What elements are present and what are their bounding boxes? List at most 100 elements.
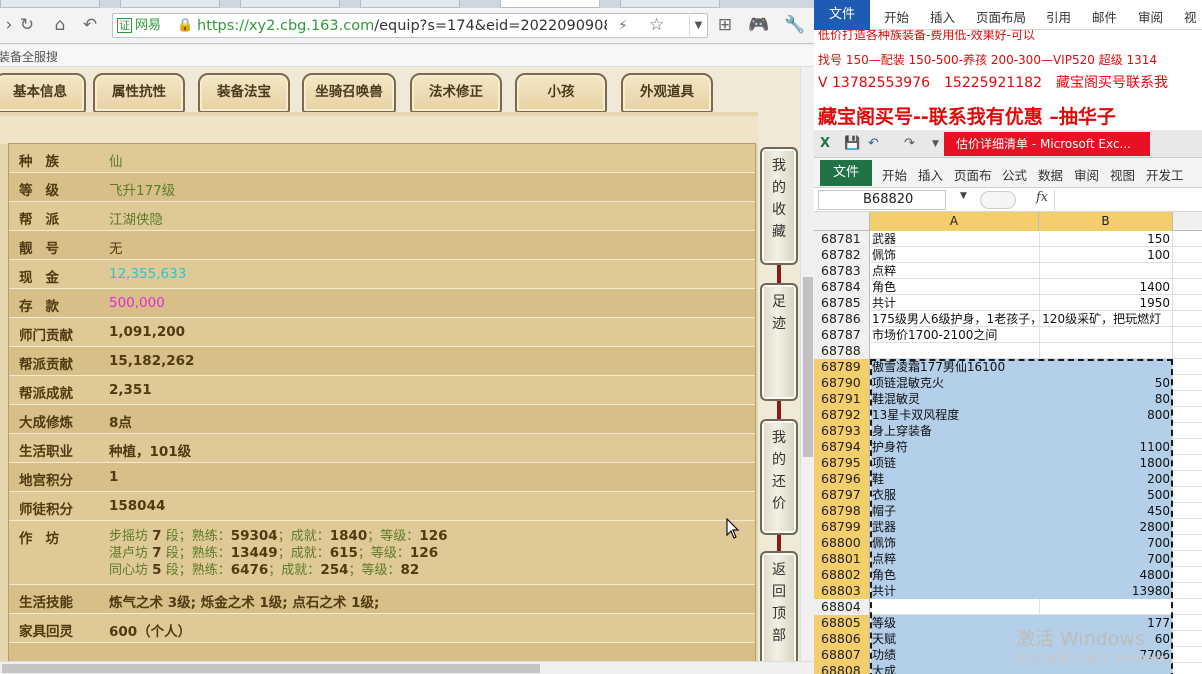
formula-bar-toggle[interactable]: [980, 191, 1016, 209]
side-nav-my-offers[interactable]: 我的还价: [760, 419, 798, 535]
word-tab-insert[interactable]: 插入: [930, 7, 955, 26]
row-number[interactable]: 68791: [814, 391, 870, 407]
cell-a[interactable]: 175级男人6级护身，1老孩子，120级采矿，把玩燃灯: [871, 311, 1161, 327]
row-number[interactable]: 68807: [814, 647, 870, 663]
excel-tab-review[interactable]: 审阅: [1074, 165, 1099, 184]
cell-a[interactable]: 共计: [871, 295, 1039, 311]
row-number[interactable]: 68781: [814, 231, 870, 247]
undo-icon[interactable]: ↶: [868, 135, 879, 153]
cell-b[interactable]: [1039, 263, 1172, 279]
select-all-corner[interactable]: [814, 212, 870, 231]
row-number[interactable]: 68786: [814, 311, 870, 327]
row-number[interactable]: 68783: [814, 263, 870, 279]
excel-file-tab[interactable]: 文件: [820, 160, 872, 186]
row-number[interactable]: 68794: [814, 439, 870, 455]
tools-wrench-icon[interactable]: 🔧: [784, 14, 806, 36]
cell-b[interactable]: 100: [1039, 247, 1172, 263]
tab-attributes[interactable]: 属性抗性: [93, 73, 185, 113]
row-number[interactable]: 68802: [814, 567, 870, 583]
row-number[interactable]: 68808: [814, 663, 870, 674]
browser-tab-active[interactable]: [500, 0, 600, 8]
tab-children[interactable]: 小孩: [515, 73, 607, 113]
row-number[interactable]: 68789: [814, 359, 870, 375]
excel-tab-view[interactable]: 视图: [1110, 165, 1135, 184]
tab-equipment[interactable]: 装备法宝: [198, 73, 290, 113]
word-tab-references[interactable]: 引用: [1046, 7, 1071, 26]
excel-tab-insert[interactable]: 插入: [918, 165, 943, 184]
tab-basic-info[interactable]: 基本信息: [0, 73, 86, 113]
row-number[interactable]: 68793: [814, 423, 870, 439]
row-number[interactable]: 68796: [814, 471, 870, 487]
side-nav-favorites[interactable]: 我的收藏: [760, 147, 798, 265]
word-tab-review[interactable]: 审阅: [1138, 7, 1163, 26]
tab-appearance[interactable]: 外观道具: [621, 73, 713, 113]
cell-a[interactable]: [871, 343, 1039, 359]
cell-a[interactable]: 点粹: [871, 263, 1039, 279]
url-text[interactable]: https://xy2.cbg.163.com/equip?s=174&eid=…: [197, 16, 607, 36]
vertical-scrollbar[interactable]: [800, 67, 814, 661]
cell-b[interactable]: 1400: [1039, 279, 1172, 295]
row-number[interactable]: 68799: [814, 519, 870, 535]
excel-tab-formulas[interactable]: 公式: [1002, 165, 1027, 184]
row-number[interactable]: 68805: [814, 615, 870, 631]
cell-b[interactable]: 1950: [1039, 295, 1172, 311]
bookmark-item[interactable]: 装备全服搜: [0, 48, 58, 65]
word-tab-layout[interactable]: 页面布局: [976, 7, 1026, 26]
formula-input[interactable]: [1054, 190, 1200, 210]
row-number[interactable]: 68803: [814, 583, 870, 599]
gamepad-icon[interactable]: 🎮: [748, 14, 770, 36]
row-number[interactable]: 68785: [814, 295, 870, 311]
column-header-a[interactable]: A: [870, 212, 1039, 231]
refresh-icon[interactable]: ↻: [16, 14, 38, 36]
row-number[interactable]: 68797: [814, 487, 870, 503]
excel-tab-developer[interactable]: 开发工: [1146, 165, 1184, 184]
cell-a[interactable]: 市场价1700-2100之间: [871, 327, 1039, 343]
apps-grid-icon[interactable]: ⊞: [714, 14, 736, 36]
row-number[interactable]: 68800: [814, 535, 870, 551]
cell-b[interactable]: 150: [1039, 231, 1172, 247]
browser-tab[interactable]: [620, 0, 720, 8]
fx-icon[interactable]: fx: [1036, 190, 1048, 205]
row-number[interactable]: 68795: [814, 455, 870, 471]
column-header-b[interactable]: B: [1039, 212, 1173, 231]
name-box[interactable]: B68820: [818, 190, 946, 210]
redo-icon[interactable]: ↷: [904, 135, 915, 153]
cell-b[interactable]: [1039, 343, 1172, 359]
word-file-tab[interactable]: 文件: [814, 0, 870, 30]
home-icon[interactable]: ⌂: [49, 14, 71, 36]
cell-a[interactable]: 角色: [871, 279, 1039, 295]
row-number[interactable]: 68790: [814, 375, 870, 391]
speed-mode-icon[interactable]: ⚡: [618, 16, 628, 36]
browser-tab[interactable]: [240, 0, 340, 8]
browser-tab[interactable]: [120, 0, 220, 8]
side-nav-back-to-top[interactable]: 返回顶部: [760, 551, 798, 661]
scroll-thumb[interactable]: [803, 277, 813, 457]
scroll-thumb[interactable]: [2, 664, 540, 673]
row-number[interactable]: 68806: [814, 631, 870, 647]
name-box-dropdown-icon[interactable]: ▼: [960, 191, 967, 201]
row-number[interactable]: 68804: [814, 599, 870, 615]
excel-tab-home[interactable]: 开始: [882, 165, 907, 184]
cell-a[interactable]: 佩饰: [871, 247, 1039, 263]
row-number[interactable]: 68782: [814, 247, 870, 263]
row-number[interactable]: 68801: [814, 551, 870, 567]
row-number[interactable]: 68798: [814, 503, 870, 519]
word-tab-home[interactable]: 开始: [884, 7, 909, 26]
browser-tab[interactable]: [360, 0, 460, 8]
bookmark-star-icon[interactable]: ☆: [649, 15, 664, 35]
browser-tab[interactable]: [0, 0, 100, 8]
cell-b[interactable]: [1039, 327, 1172, 343]
excel-tab-page-layout[interactable]: 页面布: [954, 165, 992, 184]
word-tab-mailings[interactable]: 邮件: [1092, 7, 1117, 26]
side-nav-history[interactable]: 足迹: [760, 283, 798, 401]
row-number[interactable]: 68788: [814, 343, 870, 359]
cell-b[interactable]: [1039, 311, 1172, 327]
horizontal-scrollbar[interactable]: [0, 661, 814, 674]
row-number[interactable]: 68787: [814, 327, 870, 343]
excel-tab-data[interactable]: 数据: [1038, 165, 1063, 184]
quick-access-dropdown-icon[interactable]: ▼: [932, 135, 939, 153]
url-dropdown-icon[interactable]: ▼: [689, 15, 707, 36]
cell-a[interactable]: 武器: [871, 231, 1039, 247]
tab-mounts-pets[interactable]: 坐骑召唤兽: [302, 73, 396, 113]
cert-badge[interactable]: 证网易: [117, 17, 167, 35]
